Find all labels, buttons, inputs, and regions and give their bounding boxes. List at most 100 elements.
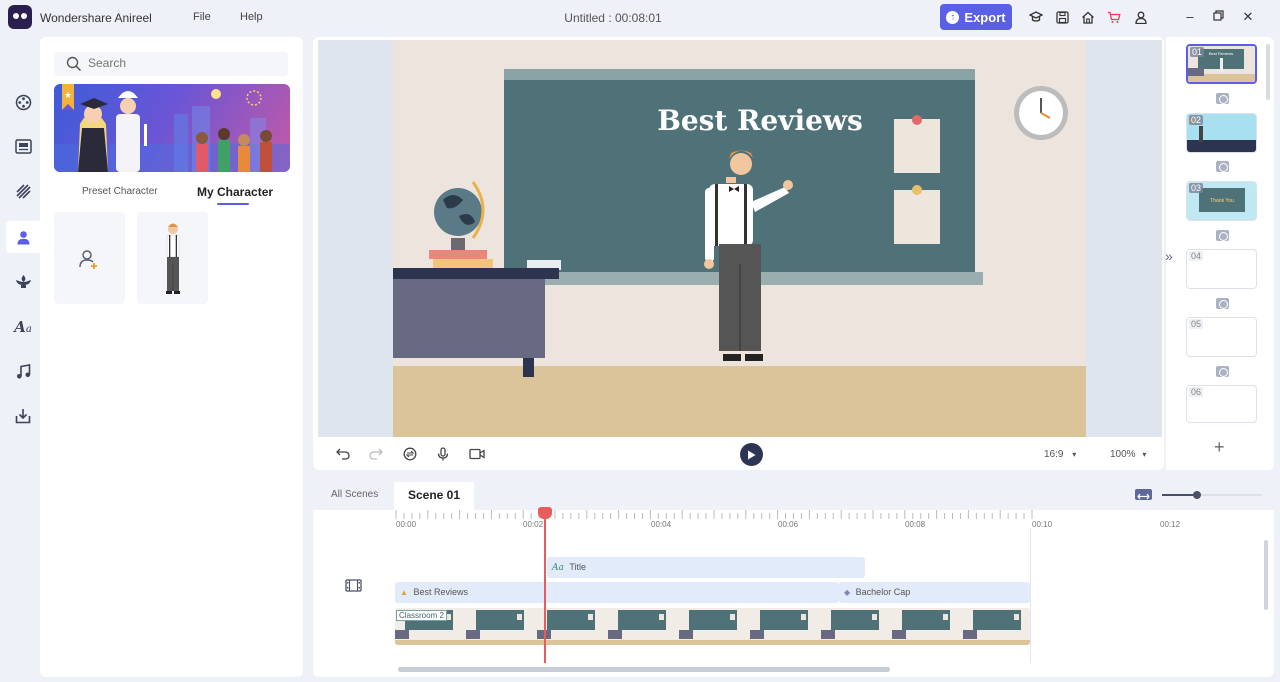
- transition-icon[interactable]: [1216, 93, 1229, 104]
- zoom-select[interactable]: 100% ▾: [1110, 449, 1146, 460]
- scene-number: 06: [1189, 387, 1204, 397]
- restore-icon[interactable]: [1210, 9, 1226, 25]
- camera-icon[interactable]: [469, 446, 485, 462]
- export-label: Export: [964, 9, 1006, 25]
- tick-label: 00:02: [523, 520, 544, 529]
- tick-label: 00:12: [1160, 520, 1181, 529]
- tick-label: 00:04: [651, 520, 672, 529]
- scene-number: 02: [1189, 115, 1204, 125]
- collapse-panel-icon[interactable]: »: [1165, 248, 1173, 264]
- zoom-value: 100%: [1110, 449, 1136, 460]
- transition-icon[interactable]: [1216, 230, 1229, 241]
- svg-text:★: ★: [64, 90, 72, 100]
- active-tab-indicator: [217, 203, 249, 205]
- zoom-slider-fill: [1162, 494, 1197, 496]
- cart-icon[interactable]: [1106, 9, 1122, 25]
- chevron-down-icon: ▾: [1142, 450, 1147, 459]
- play-icon: [748, 450, 756, 459]
- timeline-horizontal-scrollbar[interactable]: [398, 667, 890, 672]
- scene-end-marker: [1030, 528, 1031, 663]
- replace-icon[interactable]: [402, 446, 418, 462]
- timeline-vertical-scrollbar[interactable]: [1264, 540, 1268, 610]
- music-icon[interactable]: [10, 359, 36, 385]
- scene-thumb-03[interactable]: Thank You 03: [1186, 181, 1257, 221]
- undo-icon[interactable]: [335, 446, 351, 462]
- film-frame: [750, 610, 808, 639]
- scene-list-scrollbar[interactable]: [1266, 44, 1270, 100]
- tick-label: 00:00: [396, 520, 417, 529]
- text-icon[interactable]: Aa: [10, 314, 36, 340]
- prop-clip-label: Bachelor Cap: [855, 587, 911, 597]
- upload-icon: ↑: [946, 10, 960, 24]
- title-bar: Wondershare Anireel File Help Untitled :…: [0, 0, 1280, 34]
- import-icon[interactable]: [10, 403, 36, 429]
- playhead-handle[interactable]: [538, 507, 552, 519]
- board-title-text[interactable]: Best Reviews: [636, 104, 884, 137]
- props-icon[interactable]: [10, 268, 36, 294]
- scene-number: 04: [1189, 251, 1204, 261]
- svg-text:Best Reviews: Best Reviews: [1209, 51, 1233, 56]
- backgrounds-icon[interactable]: [10, 178, 36, 204]
- background-filmstrip: [395, 610, 1030, 645]
- export-button[interactable]: ↑ Export: [940, 4, 1012, 30]
- text-clip-label: Best Reviews: [413, 587, 468, 597]
- fit-timeline-icon[interactable]: [1135, 489, 1152, 500]
- text-clip-icon: Aa: [552, 563, 564, 573]
- scene-thumb-06[interactable]: 06: [1186, 385, 1257, 423]
- add-scene-button[interactable]: +: [1214, 437, 1225, 458]
- home-icon[interactable]: [1080, 9, 1096, 25]
- film-frame: [679, 610, 737, 639]
- scene-canvas[interactable]: [393, 40, 1086, 437]
- close-icon[interactable]: ✕: [1240, 9, 1256, 25]
- microphone-icon[interactable]: [435, 446, 451, 462]
- add-user-icon: [79, 250, 97, 269]
- scene-thumb-05[interactable]: 05: [1186, 317, 1257, 357]
- film-frame: [466, 610, 524, 639]
- scene-number: 05: [1189, 319, 1204, 329]
- scene-templates-icon[interactable]: [10, 89, 36, 115]
- title-clip-label: Title: [569, 562, 587, 572]
- film-frame: [892, 610, 950, 639]
- zoom-slider-handle[interactable]: [1193, 491, 1201, 499]
- text-track-clip[interactable]: ▲ Best Reviews: [395, 582, 839, 603]
- background-track-clip[interactable]: Classroom 2: [395, 608, 1030, 645]
- character-card[interactable]: [137, 212, 208, 304]
- minimize-icon[interactable]: –: [1182, 9, 1198, 25]
- tab-scene-01[interactable]: Scene 01: [394, 482, 474, 510]
- aspect-ratio-value: 16:9: [1044, 449, 1064, 460]
- graduation-cap-icon[interactable]: [1028, 9, 1044, 25]
- tab-my-character[interactable]: My Character: [197, 185, 273, 199]
- account-icon[interactable]: [1133, 9, 1149, 25]
- character-thumbnail: [166, 223, 180, 294]
- chevron-down-icon: ▾: [1072, 450, 1077, 459]
- add-character-card[interactable]: [54, 212, 125, 304]
- play-button[interactable]: [740, 443, 763, 466]
- media-icon[interactable]: [10, 133, 36, 159]
- svg-text:Thank You: Thank You: [1210, 198, 1234, 204]
- playhead-line[interactable]: [544, 510, 546, 663]
- scene-number: 01: [1190, 47, 1205, 57]
- transition-icon[interactable]: [1216, 366, 1229, 377]
- search-input[interactable]: [88, 56, 278, 70]
- tick-label: 00:06: [778, 520, 799, 529]
- scene-thumb-01[interactable]: Best Reviews 01: [1186, 44, 1257, 84]
- tab-all-scenes[interactable]: All Scenes: [331, 489, 378, 500]
- scene-thumb-04[interactable]: 04: [1186, 249, 1257, 289]
- prop-track-clip[interactable]: ◆ Bachelor Cap: [839, 582, 1030, 603]
- transition-icon[interactable]: [1216, 161, 1229, 172]
- film-frame: [608, 610, 666, 639]
- aspect-ratio-select[interactable]: 16:9 ▾: [1044, 449, 1076, 460]
- tab-preset-character[interactable]: Preset Character: [82, 186, 158, 197]
- character-banner[interactable]: ★: [54, 84, 290, 172]
- scene-number: 03: [1189, 183, 1204, 193]
- tick-label: 00:08: [905, 520, 926, 529]
- scene-thumb-02[interactable]: 02: [1186, 113, 1257, 153]
- characters-icon[interactable]: [6, 221, 40, 253]
- save-icon[interactable]: [1054, 9, 1070, 25]
- redo-icon[interactable]: [368, 446, 384, 462]
- transition-icon[interactable]: [1216, 298, 1229, 309]
- title-track-clip[interactable]: Aa Title: [547, 557, 865, 578]
- background-clip-label: Classroom 2: [396, 610, 447, 621]
- search-box[interactable]: [54, 52, 288, 76]
- zoom-slider[interactable]: [1162, 491, 1262, 499]
